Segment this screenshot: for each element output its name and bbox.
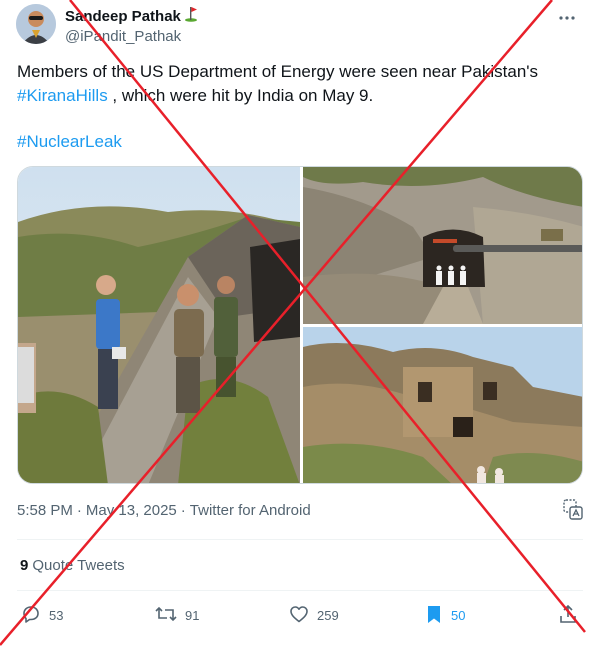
tweet-text-part: Members of the US Department of Energy w… xyxy=(17,62,539,81)
retweet-icon xyxy=(154,603,178,628)
photo-tunnel-entrance[interactable] xyxy=(303,167,582,324)
quote-tweets-link[interactable]: 9 Quote Tweets xyxy=(20,557,125,574)
retweet-count: 91 xyxy=(185,607,200,623)
meta-separator: · xyxy=(76,502,82,519)
tweet-time[interactable]: 5:58 PM xyxy=(17,502,73,519)
user-handle[interactable]: @iPandit_Pathak xyxy=(65,28,198,45)
tweet-meta: 5:58 PM · May 13, 2025 · Twitter for And… xyxy=(17,502,311,519)
share-button[interactable] xyxy=(558,602,578,628)
tweet-text: Members of the US Department of Energy w… xyxy=(17,60,577,154)
retweet-button[interactable]: 91 xyxy=(154,602,199,628)
tweet-source[interactable]: Twitter for Android xyxy=(190,502,311,519)
photo-inspectors-bunker[interactable] xyxy=(18,167,300,483)
reply-count: 53 xyxy=(49,607,64,623)
like-count: 259 xyxy=(317,607,339,623)
hashtag-kirana-hills[interactable]: #KiranaHills xyxy=(17,86,108,105)
quote-tweets-label: Quote Tweets xyxy=(32,557,125,574)
bookmark-icon xyxy=(424,603,444,628)
tweet-date[interactable]: May 13, 2025 xyxy=(86,502,177,519)
bookmark-button[interactable]: 50 xyxy=(424,602,465,628)
translate-icon[interactable] xyxy=(563,499,583,521)
hashtag-nuclear-leak[interactable]: #NuclearLeak xyxy=(17,130,577,154)
bookmark-count: 50 xyxy=(451,607,466,623)
tweet-header: Sandeep Pathak @iPandit_Pathak xyxy=(16,4,577,46)
divider xyxy=(17,539,583,540)
tweet-text-part: , which were hit by India on May 9. xyxy=(107,86,374,105)
display-name-row: Sandeep Pathak xyxy=(65,6,198,26)
tweet-actions: 53 91 259 50 xyxy=(20,602,580,628)
user-info: Sandeep Pathak @iPandit_Pathak xyxy=(65,6,198,45)
photo-cave-openings[interactable] xyxy=(303,327,582,483)
like-button[interactable]: 259 xyxy=(288,602,339,628)
golf-flag-icon xyxy=(184,6,198,27)
more-icon[interactable] xyxy=(557,8,577,28)
heart-icon xyxy=(288,603,310,628)
media-grid xyxy=(17,166,583,484)
avatar[interactable] xyxy=(16,4,56,44)
reply-icon xyxy=(20,603,42,628)
quote-tweets-count: 9 xyxy=(20,557,29,574)
tweet-card: Sandeep Pathak @iPandit_Pathak Members o… xyxy=(0,0,593,652)
meta-separator: · xyxy=(180,502,186,519)
reply-button[interactable]: 53 xyxy=(20,602,63,628)
divider xyxy=(17,590,583,591)
share-icon xyxy=(558,603,578,628)
display-name[interactable]: Sandeep Pathak xyxy=(65,8,181,25)
